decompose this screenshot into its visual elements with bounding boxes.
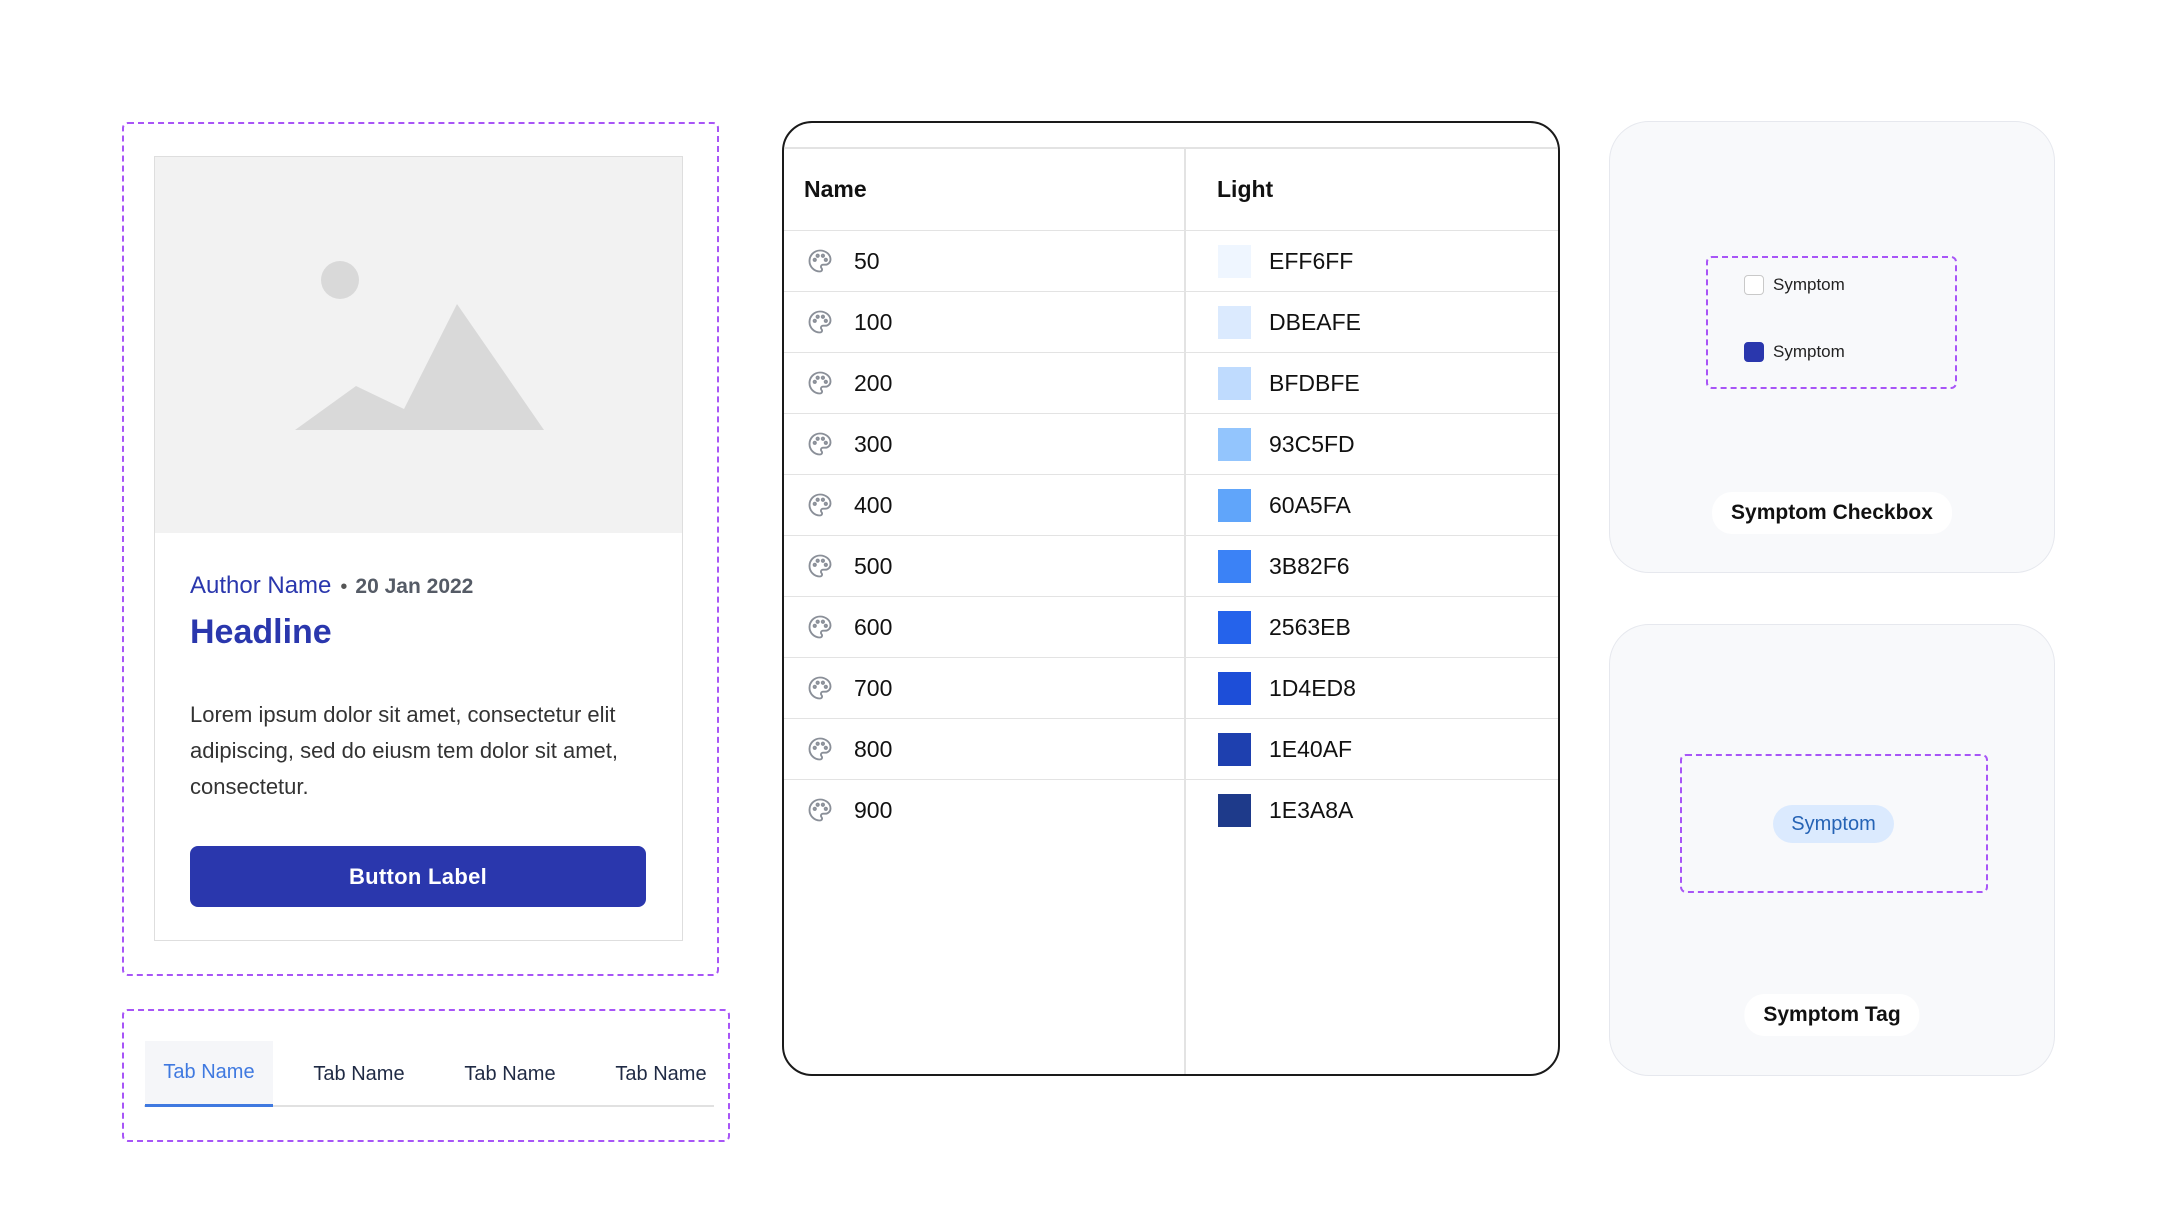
color-hex: 93C5FD xyxy=(1269,431,1355,458)
color-hex: 1E3A8A xyxy=(1269,797,1354,824)
tab-4[interactable]: Tab Name xyxy=(597,1041,725,1107)
symptom-checkbox-checked[interactable]: Symptom xyxy=(1744,342,1845,362)
palette-icon xyxy=(806,369,834,397)
color-name: 900 xyxy=(854,797,893,824)
tab-3[interactable]: Tab Name xyxy=(446,1041,574,1107)
table-row[interactable]: 50 EFF6FF xyxy=(784,230,1558,291)
symptom-tag[interactable]: Symptom xyxy=(1773,805,1894,843)
color-name: 200 xyxy=(854,370,893,397)
palette-icon xyxy=(806,552,834,580)
symptom-checkbox-unchecked[interactable]: Symptom xyxy=(1744,275,1845,295)
color-swatch xyxy=(1218,733,1251,767)
color-table: Name Light 50 EFF6FF 100 DBEAFE 200 BFDBFE 300… xyxy=(782,121,1560,1076)
color-hex: 60A5FA xyxy=(1269,492,1351,519)
color-swatch xyxy=(1218,794,1251,828)
author-name[interactable]: Author Name xyxy=(190,572,331,600)
color-name: 50 xyxy=(854,248,880,274)
color-name: 100 xyxy=(854,309,893,336)
color-hex: 2563EB xyxy=(1269,614,1351,641)
color-swatch xyxy=(1218,306,1251,340)
table-row[interactable]: 900 1E3A8A xyxy=(784,779,1558,840)
palette-icon xyxy=(806,613,834,641)
palette-icon xyxy=(806,308,834,336)
table-row[interactable]: 800 1E40AF xyxy=(784,718,1558,779)
color-hex: BFDBFE xyxy=(1269,370,1360,397)
palette-icon xyxy=(806,430,834,458)
color-hex: 1E40AF xyxy=(1269,736,1353,763)
color-swatch xyxy=(1218,550,1251,584)
color-swatch xyxy=(1218,489,1251,523)
column-header-light: Light xyxy=(1217,175,1274,202)
column-header-name: Name xyxy=(804,175,867,202)
table-row[interactable]: 300 93C5FD xyxy=(784,413,1558,474)
checkbox-checked-icon[interactable] xyxy=(1744,342,1764,362)
table-row[interactable]: 600 2563EB xyxy=(784,596,1558,657)
checkbox-label: Symptom xyxy=(1773,342,1845,361)
table-header-border xyxy=(784,147,1558,149)
color-swatch xyxy=(1218,672,1251,706)
table-row[interactable]: 400 60A5FA xyxy=(784,474,1558,535)
color-swatch xyxy=(1218,428,1251,462)
table-row[interactable]: 100 DBEAFE xyxy=(784,291,1558,352)
card-primary-button[interactable]: Button Label xyxy=(190,846,646,907)
color-hex: EFF6FF xyxy=(1269,248,1354,274)
tab-1[interactable]: Tab Name xyxy=(145,1041,273,1107)
checkbox-unchecked-icon[interactable] xyxy=(1744,275,1764,295)
card-body: Lorem ipsum dolor sit amet, consectetur … xyxy=(190,702,618,799)
palette-icon xyxy=(806,491,834,519)
table-row[interactable]: 700 1D4ED8 xyxy=(784,657,1558,718)
color-hex: DBEAFE xyxy=(1269,309,1362,336)
color-swatch xyxy=(1218,367,1251,401)
card-meta: Author Name • 20 Jan 2022 xyxy=(190,572,473,600)
palette-icon xyxy=(806,674,834,702)
symptom-checkbox-title: Symptom Checkbox xyxy=(1712,492,1952,534)
palette-icon xyxy=(806,247,834,275)
palette-icon xyxy=(806,735,834,763)
color-name: 500 xyxy=(854,553,893,580)
symptom-tag-title: Symptom Tag xyxy=(1744,994,1920,1036)
color-name: 600 xyxy=(854,614,893,641)
table-row[interactable]: 200 BFDBFE xyxy=(784,352,1558,413)
publish-date: 20 Jan 2022 xyxy=(355,575,474,598)
palette-icon xyxy=(806,796,834,824)
card-image xyxy=(155,157,682,533)
meta-separator: • xyxy=(340,576,348,598)
color-swatch xyxy=(1218,245,1251,278)
color-name: 400 xyxy=(854,492,893,519)
table-row[interactable]: 500 3B82F6 xyxy=(784,535,1558,596)
color-swatch xyxy=(1218,611,1251,645)
color-hex: 1D4ED8 xyxy=(1269,675,1356,702)
color-hex: 3B82F6 xyxy=(1269,553,1350,580)
article-card: Author Name • 20 Jan 2022 Headline Lorem… xyxy=(154,156,683,941)
image-placeholder-icon xyxy=(295,261,544,430)
color-name: 300 xyxy=(854,431,893,458)
tab-2[interactable]: Tab Name xyxy=(295,1041,423,1107)
color-name: 700 xyxy=(854,675,893,702)
checkbox-label: Symptom xyxy=(1773,275,1845,294)
color-name: 800 xyxy=(854,736,893,763)
card-headline[interactable]: Headline xyxy=(190,613,332,652)
